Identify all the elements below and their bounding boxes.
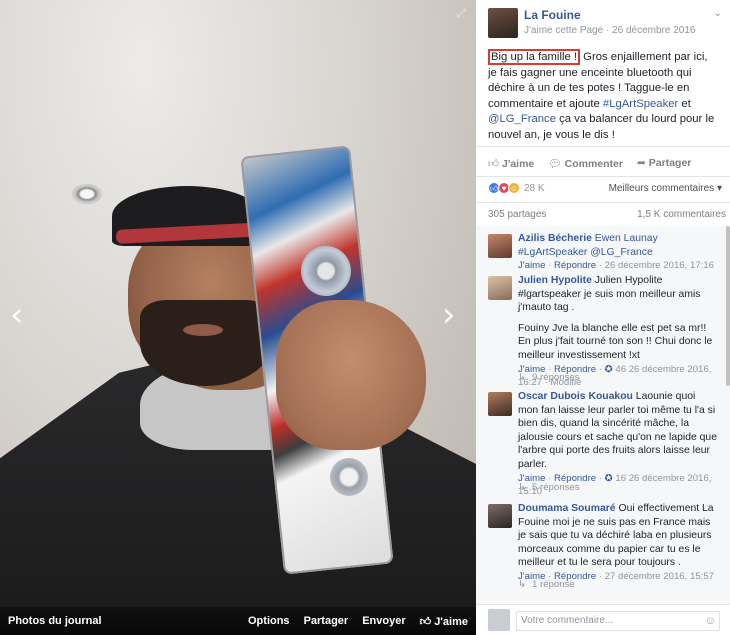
- comment-author[interactable]: Oscar Dubois Kouakou: [518, 391, 633, 402]
- comment-button[interactable]: 💬︎ Commenter: [548, 157, 623, 170]
- post-meta: J'aime cette Page · 26 décembre 2016: [524, 25, 696, 36]
- replies-link[interactable]: ↳ 5 réponses: [518, 482, 586, 493]
- divider: [476, 202, 730, 203]
- photo-hand: [276, 300, 426, 450]
- replies-link[interactable]: ↳ 1 réponse: [518, 579, 581, 590]
- options-button[interactable]: Options: [248, 615, 290, 627]
- caret-down-icon: ▾: [716, 182, 722, 194]
- expand-icon[interactable]: ⤢: [456, 6, 466, 21]
- chevron-down-icon[interactable]: ⌄: [714, 8, 722, 19]
- comment-like-count[interactable]: 46: [615, 364, 626, 375]
- send-button[interactable]: Envoyer: [362, 615, 405, 627]
- post-text: Big up la famille ! Gros enjaillement pa…: [488, 49, 718, 143]
- share-icon: ➦: [636, 157, 646, 169]
- replies-link[interactable]: ↳ 9 réponses: [518, 372, 586, 383]
- comment-like-count[interactable]: 16: [615, 473, 626, 484]
- photo-footer: Photos du journal Options Partager Envoy…: [0, 607, 476, 635]
- sort-label: Meilleurs commentaires: [608, 182, 715, 194]
- like-count-icon: ✪: [604, 363, 613, 375]
- reply-arrow-icon: ↳: [518, 482, 527, 493]
- post-text-part-2: et: [678, 97, 691, 110]
- avatar[interactable]: [488, 276, 512, 300]
- highlighted-text: Big up la famille !: [488, 49, 581, 65]
- album-label[interactable]: Photos du journal: [8, 615, 102, 627]
- photo-theater: ⤢ ‹ › Photos du journal Options Partager…: [0, 0, 730, 635]
- share-button[interactable]: Partager: [304, 615, 349, 627]
- avatar[interactable]: [488, 234, 512, 258]
- page-name[interactable]: La Fouine: [524, 8, 581, 22]
- post-like-button[interactable]: 👍︎ J'aime: [488, 157, 534, 170]
- comment-body: Doumama Soumaré Oui effectivement La Fou…: [518, 502, 718, 584]
- thumbs-up-icon: 👍︎: [488, 157, 499, 170]
- shares-count[interactable]: 305 partages: [488, 209, 546, 221]
- comment-icon: 💬︎: [548, 157, 562, 170]
- photo-beard: [140, 300, 272, 386]
- haha-reaction-icon: ☺: [508, 182, 520, 194]
- comment-composer: Votre commentaire... ☺: [476, 604, 730, 635]
- divider: [476, 176, 730, 177]
- ceiling-light: [72, 184, 102, 204]
- replies-label: 9 réponses: [532, 372, 580, 383]
- thumbs-up-icon: 👍︎: [419, 615, 435, 628]
- post-actions: 👍︎ J'aime 💬︎ Commenter ➦ Partager: [488, 154, 722, 172]
- like-button[interactable]: 👍︎ J'aime: [420, 615, 468, 628]
- emoji-icon[interactable]: ☺: [705, 615, 716, 627]
- comment-label: Commenter: [564, 157, 623, 170]
- post-share-label: Partager: [648, 157, 692, 169]
- comment-date: 27 décembre 2016, 15:57: [604, 570, 714, 582]
- like-label: J'aime: [434, 615, 468, 628]
- post-like-label: J'aime: [501, 157, 535, 170]
- avatar[interactable]: [488, 392, 512, 416]
- comment-author[interactable]: Azilis Bécherie: [518, 233, 592, 244]
- hashtag-link[interactable]: #LgArtSpeaker: [603, 98, 678, 110]
- comment-body: Azilis Bécherie Ewen Launay #LgArtSpeake…: [518, 232, 718, 273]
- page-avatar[interactable]: [488, 8, 518, 38]
- divider: [476, 146, 730, 147]
- previous-arrow-icon[interactable]: ‹: [10, 298, 24, 332]
- reply-arrow-icon: ↳: [518, 579, 527, 590]
- avatar[interactable]: [488, 504, 512, 528]
- mention-link[interactable]: @LG_France: [488, 113, 556, 125]
- post-panel: La Fouine J'aime cette Page · 26 décembr…: [476, 0, 730, 635]
- replies-label: 1 réponse: [532, 579, 575, 590]
- reactions-row[interactable]: 👍︎ ♥ ☺ 28 K Meilleurs commentaires ▾: [488, 180, 722, 196]
- photo-viewer: ⤢ ‹ › Photos du journal Options Partager…: [0, 0, 476, 635]
- post-header: La Fouine J'aime cette Page · 26 décembr…: [488, 6, 722, 40]
- post-share-button[interactable]: ➦ Partager: [637, 157, 691, 169]
- like-count-icon: ✪: [604, 472, 613, 484]
- post-date[interactable]: 26 décembre 2016: [612, 25, 695, 36]
- comment-like-link[interactable]: J'aime: [518, 260, 545, 271]
- comments-count[interactable]: 1,5 K commentaires: [637, 209, 726, 221]
- comment-meta: J'aime · Répondre · 26 décembre 2016, 17…: [518, 260, 714, 272]
- reactions-count[interactable]: 28 K: [524, 183, 545, 194]
- replies-label: 5 réponses: [532, 482, 580, 493]
- speaker-bottom-disc: [330, 458, 368, 496]
- scrollbar[interactable]: [726, 226, 730, 386]
- comment-input[interactable]: Votre commentaire...: [516, 611, 720, 631]
- comment-author[interactable]: Doumama Soumaré: [518, 503, 616, 514]
- reply-arrow-icon: ↳: [518, 372, 527, 383]
- comment-text-continued: Fouiny Jve la blanche elle est pet sa mr…: [518, 322, 713, 361]
- comment-list: Azilis Bécherie Ewen Launay #LgArtSpeake…: [476, 226, 730, 606]
- photo-mouth: [183, 324, 223, 336]
- comment-text: Laounie quoi mon fan laisse leur parler …: [518, 391, 717, 470]
- next-arrow-icon[interactable]: ›: [442, 298, 456, 332]
- avatar: [488, 609, 510, 631]
- comment-reply-link[interactable]: Répondre: [554, 260, 596, 271]
- comment-date: 26 décembre 2016, 17:16: [604, 260, 714, 272]
- like-page-link[interactable]: J'aime cette Page: [524, 25, 603, 36]
- post-stats: 305 partages 1,5 K commentaires: [488, 209, 726, 221]
- sort-comments-dropdown[interactable]: Meilleurs commentaires ▾: [609, 183, 722, 194]
- comment-author[interactable]: Julien Hypolite: [518, 275, 592, 286]
